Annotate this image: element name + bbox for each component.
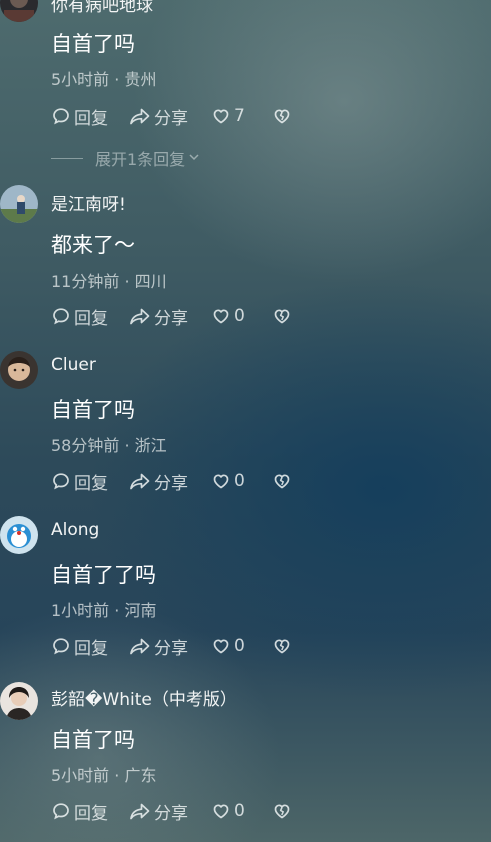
- comment-meta: 58分钟前 · 浙江: [51, 436, 167, 455]
- chevron-down-icon: [187, 149, 201, 168]
- like-count: 0: [234, 801, 245, 821]
- comment-meta: 1小时前 · 河南: [51, 601, 157, 620]
- reply-button[interactable]: 回复: [51, 304, 129, 329]
- reply-button[interactable]: 回复: [51, 634, 129, 659]
- share-label: 分享: [154, 308, 188, 329]
- share-label: 分享: [154, 638, 188, 659]
- avatar[interactable]: [0, 0, 38, 22]
- broken-heart-icon: [271, 636, 293, 656]
- username[interactable]: 是江南呀!: [51, 190, 126, 215]
- broken-heart-icon: [271, 801, 293, 821]
- reply-label: 回复: [74, 308, 108, 329]
- reply-label: 回复: [74, 638, 108, 659]
- comment-meta: 5小时前 · 广东: [51, 766, 157, 785]
- dislike-button[interactable]: [271, 106, 293, 126]
- dislike-button[interactable]: [271, 306, 293, 326]
- comment-actions: 回复 分享 0: [51, 304, 293, 329]
- speech-bubble-icon: [51, 636, 71, 656]
- avatar[interactable]: [0, 351, 38, 389]
- avatar[interactable]: [0, 682, 38, 720]
- like-button[interactable]: 0: [211, 636, 271, 656]
- comment-text: 都来了～: [51, 233, 135, 257]
- expand-replies-button[interactable]: 展开1条回复: [51, 146, 201, 170]
- share-button[interactable]: 分享: [129, 104, 211, 129]
- share-arrow-icon: [129, 471, 151, 491]
- username[interactable]: Cluer: [51, 355, 96, 375]
- speech-bubble-icon: [51, 801, 71, 821]
- like-count: 7: [234, 106, 245, 126]
- reply-label: 回复: [74, 473, 108, 494]
- like-button[interactable]: 0: [211, 306, 271, 326]
- heart-icon: [211, 636, 231, 656]
- username[interactable]: 你有病吧地球: [51, 0, 153, 16]
- share-arrow-icon: [129, 636, 151, 656]
- dislike-button[interactable]: [271, 801, 293, 821]
- dislike-button[interactable]: [271, 471, 293, 491]
- like-button[interactable]: 0: [211, 471, 271, 491]
- divider-line: [51, 157, 83, 159]
- share-label: 分享: [154, 473, 188, 494]
- avatar[interactable]: [0, 516, 38, 554]
- comment-actions: 回复 分享 7: [51, 104, 293, 129]
- comment-text: 自首了吗: [51, 728, 135, 752]
- broken-heart-icon: [271, 471, 293, 491]
- heart-icon: [211, 106, 231, 126]
- like-count: 0: [234, 306, 245, 326]
- speech-bubble-icon: [51, 106, 71, 126]
- share-arrow-icon: [129, 306, 151, 326]
- avatar[interactable]: [0, 185, 38, 223]
- username[interactable]: Along: [51, 520, 99, 540]
- comment-meta: 5小时前 · 贵州: [51, 70, 157, 89]
- username[interactable]: 彭韶�White（中考版）: [51, 685, 237, 710]
- expand-replies-label: 展开1条回复: [95, 150, 186, 169]
- like-count: 0: [234, 471, 245, 491]
- broken-heart-icon: [271, 306, 293, 326]
- share-button[interactable]: 分享: [129, 469, 211, 494]
- heart-icon: [211, 471, 231, 491]
- reply-button[interactable]: 回复: [51, 104, 129, 129]
- dislike-button[interactable]: [271, 636, 293, 656]
- comment-text: 自首了吗: [51, 32, 135, 56]
- share-label: 分享: [154, 803, 188, 824]
- reply-label: 回复: [74, 108, 108, 129]
- comment-actions: 回复 分享 0: [51, 469, 293, 494]
- share-label: 分享: [154, 108, 188, 129]
- speech-bubble-icon: [51, 471, 71, 491]
- heart-icon: [211, 306, 231, 326]
- reply-label: 回复: [74, 803, 108, 824]
- comment-text: 自首了了吗: [51, 563, 156, 587]
- like-button[interactable]: 0: [211, 801, 271, 821]
- reply-button[interactable]: 回复: [51, 469, 129, 494]
- reply-button[interactable]: 回复: [51, 799, 129, 824]
- speech-bubble-icon: [51, 306, 71, 326]
- heart-icon: [211, 801, 231, 821]
- comment-meta: 11分钟前 · 四川: [51, 272, 167, 291]
- share-arrow-icon: [129, 801, 151, 821]
- share-arrow-icon: [129, 106, 151, 126]
- share-button[interactable]: 分享: [129, 304, 211, 329]
- comment-actions: 回复 分享 0: [51, 799, 293, 824]
- like-count: 0: [234, 636, 245, 656]
- comment-text: 自首了吗: [51, 398, 135, 422]
- broken-heart-icon: [271, 106, 293, 126]
- comment-actions: 回复 分享 0: [51, 634, 293, 659]
- like-button[interactable]: 7: [211, 106, 271, 126]
- share-button[interactable]: 分享: [129, 634, 211, 659]
- share-button[interactable]: 分享: [129, 799, 211, 824]
